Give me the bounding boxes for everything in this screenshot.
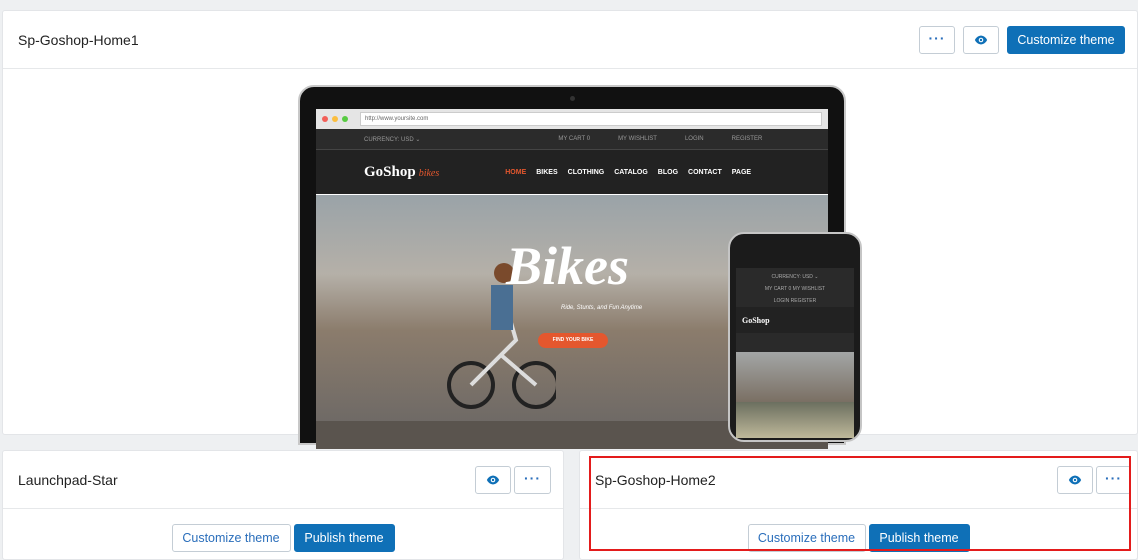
customize-theme-button[interactable]: Customize theme [747,524,866,552]
url-field: http://www.yoursite.com [360,112,822,126]
login-text: LOGIN [684,136,704,142]
preview-button[interactable] [1057,465,1093,494]
eye-icon [1068,475,1082,484]
customize-theme-button[interactable]: Customize theme [1007,25,1125,54]
camera-dot [570,96,575,101]
preview-topbar: CURRENCY: USD ⌄ MY CART 0 MY WISHLIST LO… [316,129,828,150]
currency-text: CURRENCY: USD ⌄ [364,136,421,143]
eye-icon [486,475,500,484]
theme-title: Launchpad-Star [18,471,118,488]
menu-clothing: CLOTHING [567,168,605,176]
register-text: REGISTER [731,136,763,142]
more-actions-button[interactable]: ··· [919,25,955,54]
more-icon: ··· [1105,469,1122,486]
current-theme-header: Sp-Goshop-Home1 ··· Customize theme [3,11,1137,69]
mobile-login: LOGIN REGISTER [773,298,817,304]
cart-text: MY CART 0 [558,136,591,142]
more-actions-button[interactable]: ··· [1096,465,1131,494]
eye-icon [974,35,988,44]
menu-home: HOME [505,168,527,176]
publish-theme-button[interactable]: Publish theme [868,524,970,552]
wishlist-text: MY WISHLIST [618,136,657,142]
more-icon: ··· [524,469,541,486]
theme-title: Sp-Goshop-Home2 [595,471,716,488]
theme-card-launchpad-star: Launchpad-Star ··· Customize theme Publi… [2,450,564,560]
theme-actions: Customize theme Publish theme [3,509,563,552]
mobile-screen: CURRENCY: USD ⌄ MY CART 0 MY WISHLIST LO… [736,268,854,438]
customize-theme-button[interactable]: Customize theme [171,524,291,552]
preview-menu: HOME BIKES CLOTHING CATALOG BLOG CONTACT… [505,169,751,176]
menu-catalog: CATALOG [614,168,648,176]
theme-card-header: Sp-Goshop-Home2 ··· [580,451,1137,509]
mobile-currency: CURRENCY: USD ⌄ [771,274,819,280]
preview-logo: GoShop bikes [364,163,440,180]
more-actions-button[interactable]: ··· [514,465,551,494]
hero-button: FIND YOUR BIKE [538,333,608,348]
browser-bar: http://www.yoursite.com [316,109,828,129]
menu-bikes: BIKES [536,168,558,176]
mobile-hero [736,352,854,402]
mobile-preview: CURRENCY: USD ⌄ MY CART 0 MY WISHLIST LO… [728,232,862,442]
preview-button[interactable] [475,465,511,494]
more-icon: ··· [928,29,946,46]
mobile-cart: MY CART 0 MY WISHLIST [764,286,826,292]
mobile-logo: GoShop [736,307,854,333]
menu-contact: CONTACT [688,168,722,176]
hero-title: Bikes [506,236,630,296]
current-theme-title: Sp-Goshop-Home1 [18,31,139,48]
publish-theme-button[interactable]: Publish theme [293,524,395,552]
theme-card-header: Launchpad-Star ··· [3,451,563,509]
theme-card-sp-goshop-home2: Sp-Goshop-Home2 ··· Customize theme Publ… [579,450,1138,560]
theme-actions: Customize theme Publish theme [580,509,1137,552]
menu-blog: BLOG [657,168,679,176]
preview-navbar: GoShop bikes HOME BIKES CLOTHING CATALOG … [316,150,828,194]
mobile-banner [736,402,854,438]
preview-button[interactable] [963,25,999,54]
menu-page: PAGE [731,168,752,176]
hero-subtitle: Ride, Stunts, and Fun Anytime [561,305,643,311]
